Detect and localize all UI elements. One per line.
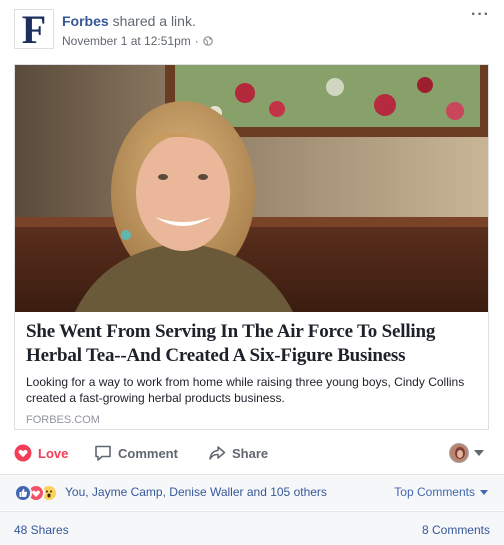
viewer-avatar (449, 443, 469, 463)
author-line: Forbes shared a link. (62, 12, 213, 30)
reactions-bar: You, Jayme Camp, Denise Waller and 105 o… (0, 474, 504, 510)
post-header: F Forbes shared a link. November 1 at 12… (0, 0, 504, 62)
comments-count-link[interactable]: 8 Comments (422, 523, 490, 537)
like-reaction-icon (14, 484, 32, 502)
author-link[interactable]: Forbes (62, 13, 109, 29)
link-headline[interactable]: She Went From Serving In The Air Force T… (26, 320, 477, 368)
comment-icon (95, 445, 111, 461)
link-image[interactable] (15, 65, 488, 312)
link-domain: FORBES.COM (26, 414, 100, 426)
avatar-letter: F (21, 7, 47, 52)
link-body[interactable]: She Went From Serving In The Air Force T… (15, 312, 488, 426)
counts-bar: 48 Shares 8 Comments (0, 511, 504, 545)
article-photo (15, 65, 488, 312)
header-text: Forbes shared a link. November 1 at 12:5… (62, 12, 213, 49)
comment-button[interactable]: Comment (94, 437, 208, 469)
share-icon (209, 446, 226, 460)
action-bar: Love Comment Share (14, 437, 489, 469)
share-button[interactable]: Share (208, 437, 308, 469)
action-text: shared a link. (112, 13, 196, 29)
chevron-down-icon (474, 450, 484, 456)
chevron-down-icon (480, 489, 488, 495)
meta-separator: · (194, 34, 199, 48)
viewer-selector[interactable] (449, 443, 484, 463)
share-label: Share (232, 445, 269, 461)
shares-count-link[interactable]: 48 Shares (14, 523, 69, 537)
top-comments-label: Top Comments (394, 485, 475, 499)
love-label: Love (38, 445, 69, 461)
page-avatar[interactable]: F (14, 7, 54, 52)
more-options-button[interactable]: ··· (471, 7, 490, 23)
meta-line: November 1 at 12:51pm · (62, 33, 213, 49)
viewer-photo (450, 444, 468, 462)
reaction-icons[interactable] (14, 484, 58, 502)
link-card[interactable]: She Went From Serving In The Air Force T… (14, 64, 489, 430)
top-comments-selector[interactable]: Top Comments (394, 485, 488, 499)
timestamp-link[interactable]: November 1 at 12:51pm (62, 33, 191, 49)
globe-icon (202, 36, 213, 46)
heart-icon (14, 444, 32, 462)
comment-label: Comment (118, 445, 178, 461)
reaction-names-link[interactable]: You, Jayme Camp, Denise Waller and 105 o… (65, 485, 327, 499)
link-description: Looking for a way to work from home whil… (26, 375, 465, 405)
love-button[interactable]: Love (14, 437, 94, 469)
